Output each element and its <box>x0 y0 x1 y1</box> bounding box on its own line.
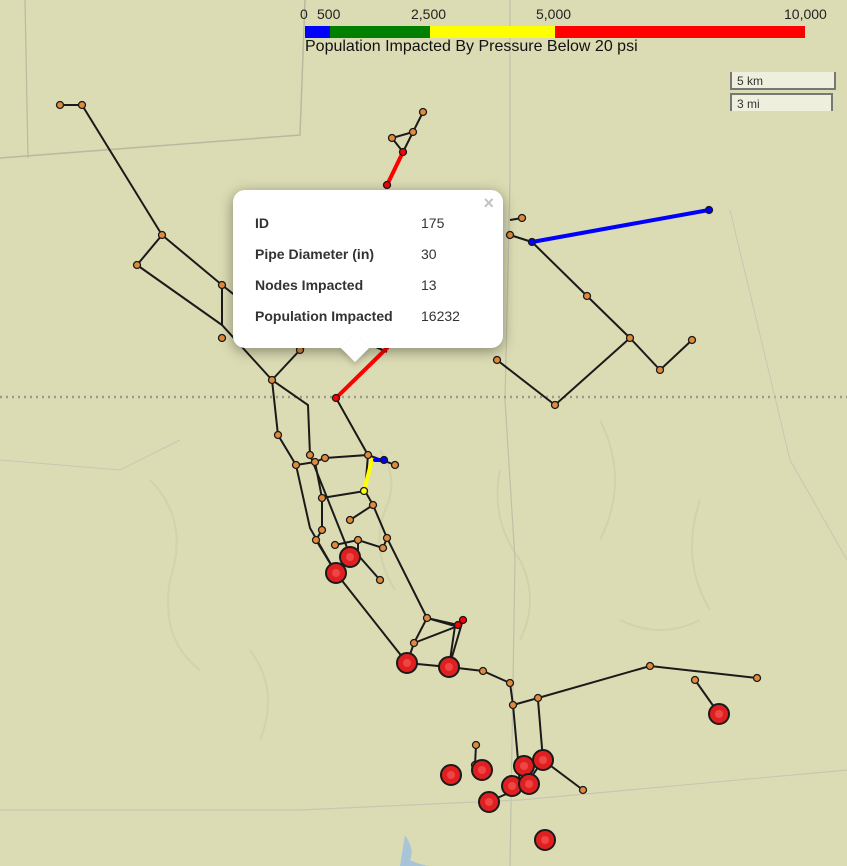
legend-tick-5000: 5,000 <box>536 6 572 22</box>
popup-value: 30 <box>421 245 437 262</box>
popup-value: 13 <box>421 276 437 293</box>
scale-bar-km: 5 km <box>730 72 836 90</box>
popup-key: ID <box>255 214 269 231</box>
popup-row-id: ID 175 <box>255 207 460 238</box>
close-icon[interactable]: × <box>483 193 494 214</box>
popup-row-diameter: Pipe Diameter (in) 30 <box>255 238 460 269</box>
land-background <box>0 0 847 866</box>
legend-bar-red <box>555 26 805 38</box>
legend-bar-green <box>330 26 430 38</box>
popup-value: 175 <box>421 214 445 231</box>
legend-tick-10000: 10,000 <box>784 6 827 22</box>
legend-bar-yellow <box>430 26 555 38</box>
popup-table: ID 175 Pipe Diameter (in) 30 Nodes Impac… <box>255 207 460 331</box>
scale-bar-mi: 3 mi <box>730 93 833 111</box>
popup-key: Pipe Diameter (in) <box>255 245 375 262</box>
pipe-info-popup: × ID 175 Pipe Diameter (in) 30 Nodes Imp… <box>233 190 503 348</box>
legend-bar-blue <box>305 26 330 38</box>
popup-row-population: Population Impacted 16232 <box>255 300 460 331</box>
popup-row-nodes: Nodes Impacted 13 <box>255 269 460 300</box>
pressure-legend: 0 500 2,500 5,000 10,000 Population Impa… <box>300 4 827 56</box>
legend-title: Population Impacted By Pressure Below 20… <box>305 38 638 55</box>
popup-key: Population Impacted <box>255 307 393 324</box>
legend-tick-2500: 2,500 <box>411 6 447 22</box>
legend-tick-500: 500 <box>317 6 341 22</box>
map-canvas[interactable] <box>0 0 847 866</box>
popup-value: 16232 <box>421 307 460 324</box>
popup-key: Nodes Impacted <box>255 276 364 293</box>
legend-tick-0: 0 <box>300 6 308 22</box>
